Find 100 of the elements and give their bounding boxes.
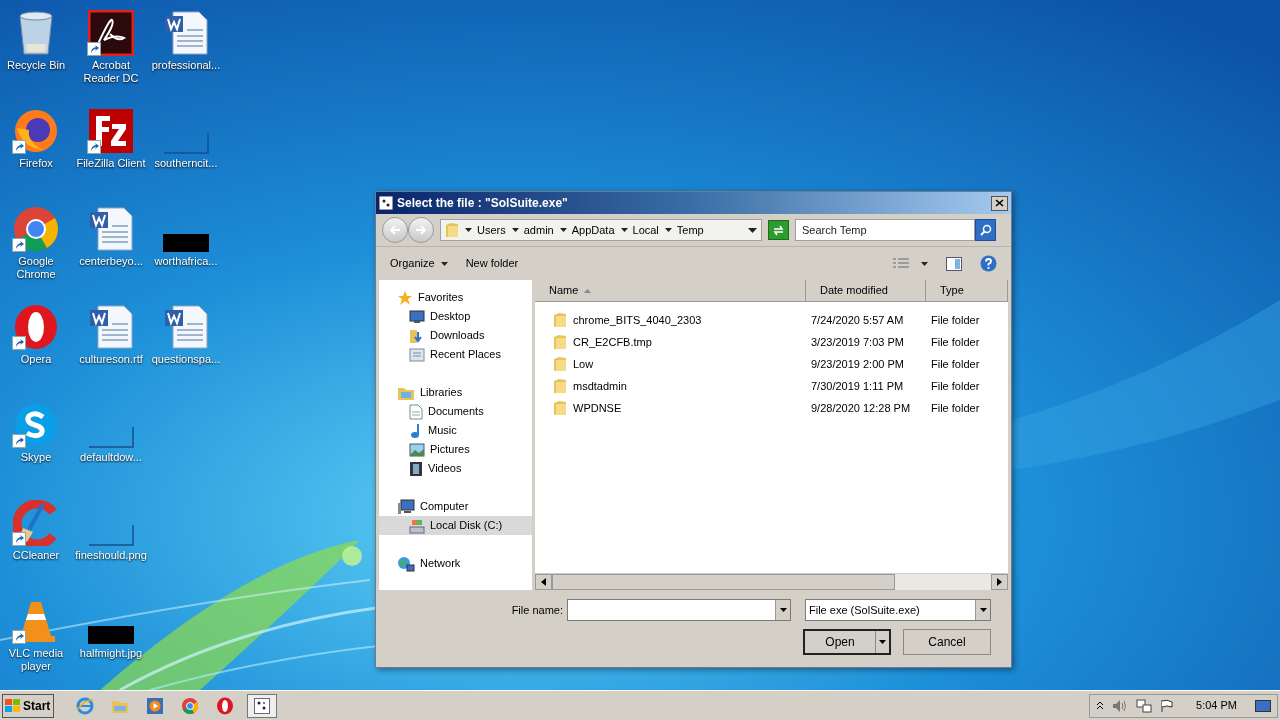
date-cell-text: 9/28/2020 12:28 PM bbox=[810, 400, 912, 416]
navigation-item[interactable]: Documents bbox=[379, 402, 532, 421]
windows-logo-icon bbox=[5, 698, 21, 713]
desktop-icon[interactable]: worthafrica... bbox=[150, 202, 222, 300]
show-desktop-icon[interactable] bbox=[1255, 699, 1271, 712]
address-bar[interactable]: Users admin AppData Local Temp bbox=[440, 219, 762, 241]
forward-arrow-icon bbox=[415, 225, 427, 235]
navigation-item[interactable]: Favorites bbox=[379, 288, 532, 307]
horizontal-scrollbar[interactable] bbox=[535, 573, 1008, 590]
chevron-up-icon[interactable] bbox=[1096, 701, 1105, 710]
recent-places-icon bbox=[409, 346, 425, 363]
desktop-icon[interactable]: Google Chrome bbox=[0, 202, 72, 300]
file-row[interactable]: CR_E2CFB.tmp 3/23/2019 7:03 PM File folder bbox=[535, 331, 1008, 353]
file-name-field[interactable] bbox=[567, 599, 791, 621]
desktop-icon[interactable]: Firefox bbox=[0, 104, 72, 202]
cancel-button[interactable]: Cancel bbox=[903, 629, 991, 655]
column-header[interactable]: Name bbox=[535, 280, 806, 301]
app-icon[interactable] bbox=[254, 697, 270, 714]
new-folder-button[interactable]: New folder bbox=[465, 255, 519, 272]
desktop-icon[interactable]: VLC media player bbox=[0, 594, 72, 692]
star-icon bbox=[397, 289, 413, 306]
desktop-icon[interactable]: Opera bbox=[0, 300, 72, 398]
desktop-icon[interactable]: FileZilla Client bbox=[75, 104, 147, 202]
open-button[interactable]: Open bbox=[803, 629, 891, 655]
caret-icon[interactable] bbox=[465, 228, 472, 232]
search-icon bbox=[979, 224, 992, 236]
caret-icon[interactable] bbox=[921, 261, 928, 266]
file-row[interactable]: WPDNSE 9/28/2020 12:28 PM File folder bbox=[535, 397, 1008, 419]
desktop-icon[interactable]: Acrobat Reader DC bbox=[75, 6, 147, 104]
image-thumbnail-icon bbox=[163, 132, 209, 154]
caret-icon[interactable] bbox=[664, 228, 672, 232]
type-cell-text: File folder bbox=[930, 312, 981, 328]
ccleaner-icon bbox=[13, 500, 59, 546]
image-thumbnail-icon bbox=[163, 234, 209, 252]
column-header[interactable]: Type bbox=[926, 280, 1008, 301]
download-folder-icon bbox=[409, 327, 425, 344]
refresh-button[interactable] bbox=[768, 220, 789, 240]
network-icon[interactable] bbox=[1136, 698, 1153, 713]
forward-button[interactable] bbox=[408, 217, 434, 243]
scroll-left-button[interactable] bbox=[535, 574, 552, 590]
film-icon bbox=[409, 460, 423, 477]
navigation-item[interactable]: Videos bbox=[379, 459, 532, 478]
navigation-item[interactable]: Network bbox=[379, 554, 532, 573]
date-cell-text: 7/30/2019 1:11 PM bbox=[810, 378, 905, 394]
close-button[interactable] bbox=[991, 195, 1008, 211]
file-type-dropdown[interactable]: File exe (SolSuite.exe) bbox=[805, 599, 991, 621]
refresh-icon bbox=[772, 224, 785, 236]
speaker-icon[interactable] bbox=[1112, 698, 1129, 713]
clock[interactable]: 5:04 PM bbox=[1196, 697, 1237, 714]
desktop-icon[interactable]: southerncit... bbox=[150, 104, 222, 202]
scroll-right-button[interactable] bbox=[991, 574, 1008, 590]
desktop-icon-label: cultureson.rtf bbox=[78, 353, 144, 366]
dropdown-arrow-icon[interactable] bbox=[748, 227, 757, 233]
navigation-item[interactable]: Computer bbox=[379, 497, 532, 516]
flag-icon[interactable] bbox=[1160, 698, 1175, 713]
desktop-icon-label: Recycle Bin bbox=[5, 59, 67, 72]
folder-icon bbox=[553, 312, 567, 328]
caret-icon[interactable] bbox=[511, 228, 519, 232]
caret-icon bbox=[779, 608, 787, 612]
skype-icon bbox=[13, 402, 59, 448]
drive-icon bbox=[409, 517, 425, 534]
search-field[interactable]: Search Temp bbox=[795, 219, 975, 241]
caret-icon[interactable] bbox=[559, 228, 567, 232]
breadcrumb-item[interactable]: AppData bbox=[571, 221, 615, 239]
navigation-item[interactable]: Libraries bbox=[379, 383, 532, 402]
desktop-icon[interactable]: professional... bbox=[150, 6, 222, 104]
column-header[interactable]: Date modified bbox=[806, 280, 926, 301]
file-row[interactable]: chrome_BITS_4040_2303 7/24/2020 5:57 AM File folder bbox=[535, 309, 1008, 331]
desktop-icon-label: Acrobat Reader DC bbox=[82, 59, 140, 85]
dropdown-button[interactable] bbox=[775, 600, 790, 620]
organize-menu[interactable]: Organize bbox=[390, 255, 448, 272]
window-title: Select the file : "SolSuite.exe" bbox=[397, 195, 569, 212]
taskbar-button[interactable] bbox=[247, 693, 277, 718]
monitor-icon bbox=[409, 309, 425, 324]
preview-pane-icon[interactable] bbox=[946, 256, 962, 271]
breadcrumb-item[interactable]: Temp bbox=[676, 221, 704, 239]
file-row[interactable]: Low 9/23/2019 2:00 PM File folder bbox=[535, 353, 1008, 375]
search-button[interactable] bbox=[975, 219, 996, 241]
type-cell-text: File folder bbox=[930, 334, 981, 350]
document-icon bbox=[88, 304, 134, 350]
navigation-item[interactable]: Local Disk (C:) bbox=[379, 516, 532, 535]
help-icon[interactable] bbox=[980, 255, 997, 272]
desktop-icon-label: halfmight.jpg bbox=[78, 647, 144, 660]
start-button[interactable]: Start bbox=[2, 693, 54, 718]
back-button[interactable] bbox=[382, 217, 408, 243]
navigation-item[interactable]: Desktop bbox=[379, 307, 532, 326]
caret-icon[interactable] bbox=[620, 228, 628, 232]
navigation-item[interactable]: Pictures bbox=[379, 440, 532, 459]
breadcrumb-item[interactable]: admin bbox=[523, 221, 554, 239]
navigation-item[interactable]: Recent Places bbox=[379, 345, 532, 364]
desktop-icon-label: southerncit... bbox=[153, 157, 219, 170]
computer-icon bbox=[397, 498, 415, 515]
file-row[interactable]: msdtadmin 7/30/2019 1:11 PM File folder bbox=[535, 375, 1008, 397]
navigation-item[interactable]: Music bbox=[379, 421, 532, 440]
desktop-icon[interactable]: Recycle Bin bbox=[0, 6, 72, 104]
breadcrumb-item[interactable]: Users bbox=[477, 221, 506, 239]
scrollbar-thumb[interactable] bbox=[552, 574, 895, 590]
desktop-icon[interactable]: centerbeyo... bbox=[75, 202, 147, 300]
navigation-item[interactable]: Downloads bbox=[379, 326, 532, 345]
breadcrumb-item[interactable]: Local bbox=[632, 221, 659, 239]
